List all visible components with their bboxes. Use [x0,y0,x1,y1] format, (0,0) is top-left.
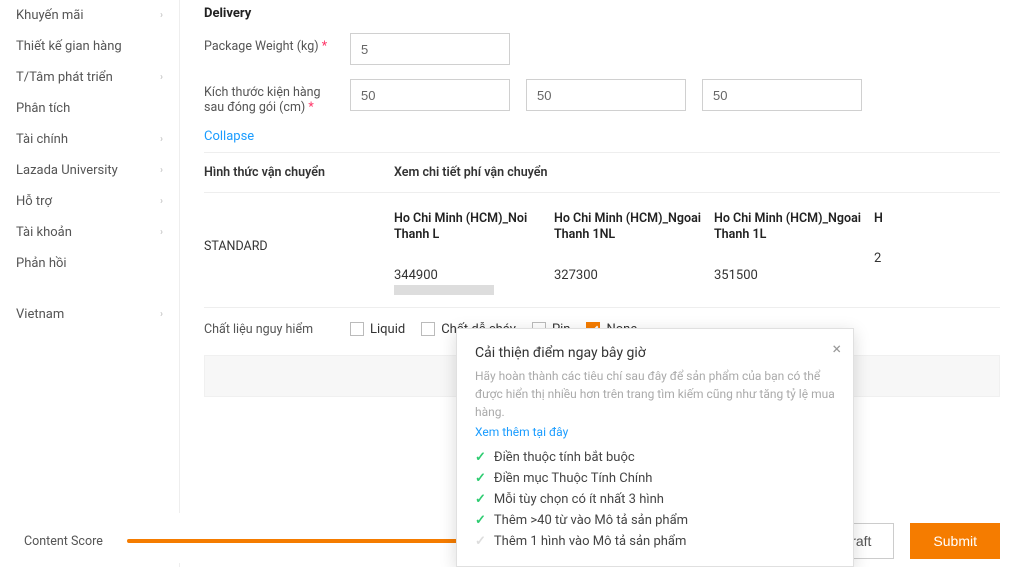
shipping-zone: H 2 [874,211,894,283]
shipping-zone-name: Ho Chi Minh (HCM)_Noi Thanh L [394,211,544,244]
shipping-zone-price: 2 [874,251,894,266]
content-score-progress-bar [127,539,484,543]
sidebar-item-label: Phân tích [16,101,70,116]
package-weight-label: Package Weight (kg) * [204,33,334,54]
chevron-right-icon: › [160,165,163,176]
sidebar-item-label: Thiết kế gian hàng [16,39,122,54]
popover-check-item: ✓Điền thuộc tính bắt buộc [475,447,835,468]
submit-button[interactable]: Submit [910,523,1000,559]
close-icon[interactable]: × [832,339,841,358]
package-dim-width-input[interactable] [526,79,686,111]
sidebar-item-label: Phản hồi [16,256,67,271]
shipping-zone-price: 327300 [554,268,704,283]
chevron-right-icon: › [160,72,163,83]
package-weight-row: Package Weight (kg) * [204,33,1000,65]
hazardous-label: Chất liệu nguy hiểm [204,322,334,337]
sidebar: Khuyến mãi › Thiết kế gian hàng T/Tâm ph… [0,0,180,567]
sidebar-item-label: Vietnam [16,307,64,322]
shipping-col-detail: Xem chi tiết phí vận chuyển [394,165,1000,180]
package-dim-height-input[interactable] [702,79,862,111]
package-weight-input[interactable] [350,33,510,65]
chevron-right-icon: › [160,196,163,207]
shipping-zone-price: 344900 [394,268,544,283]
sidebar-item-growth-center[interactable]: T/Tâm phát triển › [0,62,179,93]
sidebar-item-label: Hỗ trợ [16,194,52,209]
sidebar-item-label: T/Tâm phát triển [16,70,113,85]
popover-title: Cải thiện điểm ngay bây giờ [475,345,835,361]
collapse-link[interactable]: Collapse [204,129,254,144]
horizontal-scroll-thumb[interactable] [394,285,494,295]
shipping-zone: Ho Chi Minh (HCM)_Noi Thanh L 344900 [394,211,544,283]
chevron-right-icon: › [160,309,163,320]
shipping-zone: Ho Chi Minh (HCM)_Ngoai Thanh 1NL 327300 [554,211,704,283]
package-dim-length-input[interactable] [350,79,510,111]
check-icon: ✓ [475,534,486,549]
popover-check-item: ✓Điền mục Thuộc Tính Chính [475,468,835,489]
shipping-zones-scroll[interactable]: Ho Chi Minh (HCM)_Noi Thanh L 344900 Ho … [394,211,1000,283]
shipping-zone-name: Ho Chi Minh (HCM)_Ngoai Thanh 1NL [554,211,704,244]
delivery-section-title: Delivery [204,0,1000,33]
sidebar-item-promotions[interactable]: Khuyến mãi › [0,0,179,31]
sidebar-item-university[interactable]: Lazada University › [0,155,179,186]
package-dims-row: Kích thước kiện hàng sau đóng gói (cm) * [204,79,1000,115]
sidebar-item-label: Tài khoản [16,225,72,240]
check-icon: ✓ [475,513,486,528]
sidebar-item-store-design[interactable]: Thiết kế gian hàng [0,31,179,62]
chevron-right-icon: › [160,10,163,21]
sidebar-item-support[interactable]: Hỗ trợ › [0,186,179,217]
shipping-zone-name: Ho Chi Minh (HCM)_Ngoai Thanh 1L [714,211,864,244]
sidebar-item-label: Lazada University [16,163,118,178]
sidebar-item-country[interactable]: Vietnam › [0,299,179,330]
sidebar-item-finance[interactable]: Tài chính › [0,124,179,155]
popover-check-item: ✓Thêm >40 từ vào Mô tả sản phẩm [475,510,835,531]
popover-check-item: ✓Mỗi tùy chọn có ít nhất 3 hình [475,489,835,510]
popover-subtitle: Hãy hoàn thành các tiêu chí sau đây để s… [475,367,835,421]
sidebar-item-account[interactable]: Tài khoản › [0,217,179,248]
popover-check-item: ✓Thêm 1 hình vào Mô tả sản phẩm [475,531,835,552]
check-icon: ✓ [475,471,486,486]
chevron-right-icon: › [160,227,163,238]
check-icon: ✓ [475,492,486,507]
shipping-table: Hình thức vận chuyển Xem chi tiết phí vậ… [204,152,1000,308]
hazard-option-liquid[interactable]: Liquid [350,322,405,337]
shipping-zone-name: H [874,211,894,227]
chevron-right-icon: › [160,134,163,145]
content-score-label: Content Score [24,534,103,549]
check-icon: ✓ [475,450,486,465]
sidebar-item-label: Tài chính [16,132,68,147]
shipping-zone-price: 351500 [714,268,864,283]
popover-learn-more-link[interactable]: Xem thêm tại đây [475,425,568,439]
shipping-zone: Ho Chi Minh (HCM)_Ngoai Thanh 1L 351500 [714,211,864,283]
package-dims-label: Kích thước kiện hàng sau đóng gói (cm) * [204,79,334,115]
content-score-popover: × Cải thiện điểm ngay bây giờ Hãy hoàn t… [456,328,854,567]
shipping-col-method: Hình thức vận chuyển [204,165,394,180]
shipping-method-name: STANDARD [204,211,394,283]
sidebar-item-label: Khuyến mãi [16,8,83,23]
sidebar-item-analytics[interactable]: Phân tích [0,93,179,124]
sidebar-item-feedback[interactable]: Phản hồi [0,248,179,279]
